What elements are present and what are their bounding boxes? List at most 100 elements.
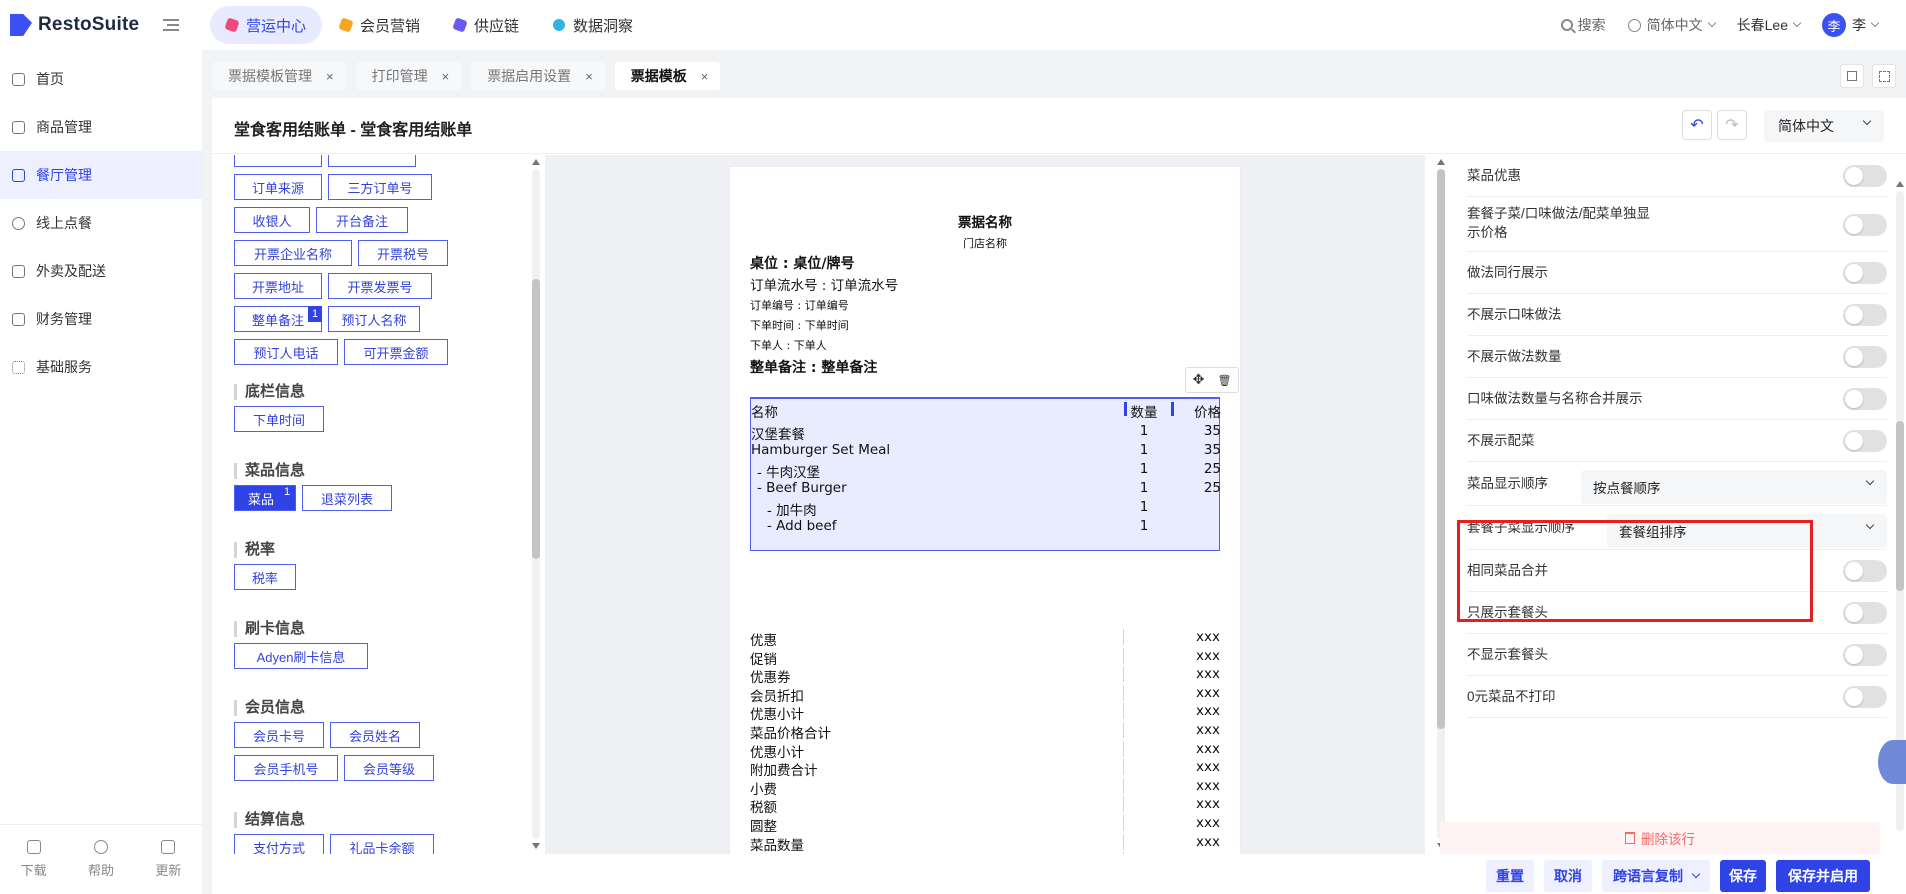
topnav-supply[interactable]: 供应链 xyxy=(438,6,535,44)
scroll-up-arrow[interactable] xyxy=(1896,181,1904,187)
setting-toggle[interactable] xyxy=(1843,346,1887,368)
scrollbar-thumb[interactable] xyxy=(532,279,540,559)
sidebar-item-delivery[interactable]: 外卖及配送 xyxy=(0,247,202,295)
field-chip[interactable]: 支付方式 xyxy=(234,834,324,854)
redo-button[interactable]: ↷ xyxy=(1717,110,1747,140)
search-button[interactable]: 搜索 xyxy=(1560,15,1606,35)
column-divider[interactable] xyxy=(1124,402,1127,416)
setting-toggle[interactable] xyxy=(1843,430,1887,452)
reset-button[interactable]: 重置 xyxy=(1486,860,1534,892)
menu-collapse-icon[interactable] xyxy=(163,19,180,31)
field-chip[interactable] xyxy=(328,155,416,167)
field-chip[interactable]: Adyen刷卡信息 xyxy=(234,643,368,669)
settings-left-scrollbar[interactable] xyxy=(1437,169,1445,839)
delete-icon[interactable]: 🗑 xyxy=(1217,374,1231,387)
cross-language-copy-button[interactable]: 跨语言复制 xyxy=(1602,860,1710,892)
store-switch[interactable]: 长春Lee xyxy=(1737,15,1802,35)
fields-scrollbar[interactable] xyxy=(532,169,540,839)
dish-items-table[interactable]: 名称 数量 价格 汉堡套餐 1 35 Hamburger Set Meal 1 35 -… xyxy=(750,397,1221,551)
undo-button[interactable]: ↶ xyxy=(1682,110,1712,140)
field-chip[interactable]: 会员姓名 xyxy=(330,722,420,748)
topnav-operations[interactable]: 营运中心 xyxy=(210,6,323,44)
receipt-title[interactable]: 票据名称 xyxy=(750,211,1220,231)
setting-toggle[interactable] xyxy=(1843,686,1887,708)
close-icon[interactable]: × xyxy=(585,69,593,84)
setting-select[interactable]: 套餐组排序 xyxy=(1607,514,1887,548)
receipt-order-no[interactable]: 订单编号 : 订单编号 xyxy=(750,297,849,313)
scrollbar-thumb[interactable] xyxy=(1896,421,1904,591)
topnav-insight[interactable]: 数据洞察 xyxy=(537,6,649,44)
sidebar-item-restaurant[interactable]: 餐厅管理 xyxy=(0,151,202,199)
sidebar-item-products[interactable]: 商品管理 xyxy=(0,103,202,151)
summary-row[interactable]: 应付合计 xxx xyxy=(750,850,1220,854)
field-chip[interactable]: 整单备注 1 xyxy=(234,306,322,332)
field-chip[interactable]: 开票企业名称 xyxy=(234,240,352,266)
language-switch[interactable]: 简体中文 xyxy=(1627,15,1716,35)
close-icon[interactable]: × xyxy=(326,69,334,84)
field-chip[interactable]: 开票发票号 xyxy=(328,273,432,299)
move-icon[interactable]: ✥ xyxy=(1193,372,1205,388)
field-chip[interactable]: 会员卡号 xyxy=(234,722,324,748)
delete-row-button[interactable]: 删除该行 xyxy=(1440,822,1880,854)
receipt-serial[interactable]: 订单流水号 : 订单流水号 xyxy=(750,274,898,294)
tab-enable-settings[interactable]: 票据启用设置 × xyxy=(471,62,605,90)
field-chip[interactable]: 可开票金额 xyxy=(344,339,448,365)
field-chip[interactable] xyxy=(234,155,322,167)
tab-print-manage[interactable]: 打印管理 × xyxy=(355,62,462,90)
field-chip[interactable]: 税率 xyxy=(234,564,296,590)
setting-toggle[interactable] xyxy=(1843,388,1887,410)
close-icon[interactable]: × xyxy=(442,69,450,84)
field-chip[interactable]: 预订人名称 xyxy=(328,306,420,332)
field-chip[interactable]: 开票税号 xyxy=(358,240,448,266)
update-button[interactable]: 更新 xyxy=(155,840,181,879)
user-menu[interactable]: 李李 xyxy=(1822,13,1880,37)
field-chip[interactable]: 预订人电话 xyxy=(234,339,338,365)
sidebar-item-home[interactable]: 首页 xyxy=(0,55,202,103)
field-chip-dish[interactable]: 菜品 1 xyxy=(234,485,296,511)
logo[interactable]: RestoSuite xyxy=(0,14,200,36)
cancel-button[interactable]: 取消 xyxy=(1544,860,1592,892)
save-button[interactable]: 保存 xyxy=(1720,860,1766,892)
field-chip[interactable]: 会员等级 xyxy=(344,755,434,781)
close-icon[interactable]: × xyxy=(701,69,709,84)
topnav-marketing[interactable]: 会员营销 xyxy=(324,6,436,44)
tab-receipt-template[interactable]: 票据模板 × xyxy=(614,62,721,90)
scrollbar-thumb[interactable] xyxy=(1437,169,1445,729)
setting-toggle[interactable] xyxy=(1843,262,1887,284)
setting-toggle[interactable] xyxy=(1843,602,1887,624)
field-chip[interactable]: 收银人 xyxy=(234,207,310,233)
download-button[interactable]: 下载 xyxy=(21,840,47,879)
template-language-select[interactable]: 简体中文 xyxy=(1764,110,1884,142)
receipt-note[interactable]: 整单备注 : 整单备注 xyxy=(750,357,877,377)
field-chip[interactable]: 会员手机号 xyxy=(234,755,338,781)
home-tab-button[interactable] xyxy=(1840,64,1864,88)
assistant-mascot-icon[interactable] xyxy=(1878,740,1906,784)
scroll-up-arrow[interactable] xyxy=(1437,159,1445,165)
setting-toggle[interactable] xyxy=(1843,644,1887,666)
setting-toggle[interactable] xyxy=(1843,304,1887,326)
settings-right-scrollbar[interactable] xyxy=(1896,191,1904,831)
setting-toggle[interactable] xyxy=(1843,560,1887,582)
receipt-orderer[interactable]: 下单人 : 下单人 xyxy=(750,337,827,353)
save-and-enable-button[interactable]: 保存并启用 xyxy=(1776,860,1870,892)
sidebar-item-basic[interactable]: 基础服务 xyxy=(0,343,202,391)
tab-template-manage[interactable]: 票据模板管理 × xyxy=(212,62,346,90)
field-chip[interactable]: 退菜列表 xyxy=(302,485,392,511)
sidebar-item-finance[interactable]: 财务管理 xyxy=(0,295,202,343)
setting-toggle[interactable] xyxy=(1843,165,1887,187)
help-button[interactable]: 帮助 xyxy=(88,840,114,879)
sidebar-item-online-order[interactable]: 线上点餐 xyxy=(0,199,202,247)
receipt-table[interactable]: 桌位 : 桌位/牌号 xyxy=(750,253,854,273)
receipt-order-time[interactable]: 下单时间 : 下单时间 xyxy=(750,317,849,333)
field-chip[interactable]: 下单时间 xyxy=(234,406,324,432)
field-chip[interactable]: 开票地址 xyxy=(234,273,322,299)
field-chip[interactable]: 开台备注 xyxy=(316,207,408,233)
setting-toggle[interactable] xyxy=(1843,213,1887,236)
setting-select[interactable]: 按点餐顺序 xyxy=(1581,470,1887,504)
receipt-store-name[interactable]: 门店名称 xyxy=(750,235,1220,251)
field-chip[interactable]: 礼品卡余额 xyxy=(330,834,434,854)
column-divider[interactable] xyxy=(1171,402,1174,416)
scroll-up-arrow[interactable] xyxy=(532,159,540,165)
field-chip[interactable]: 三方订单号 xyxy=(328,174,432,200)
scroll-down-arrow[interactable] xyxy=(532,843,540,849)
